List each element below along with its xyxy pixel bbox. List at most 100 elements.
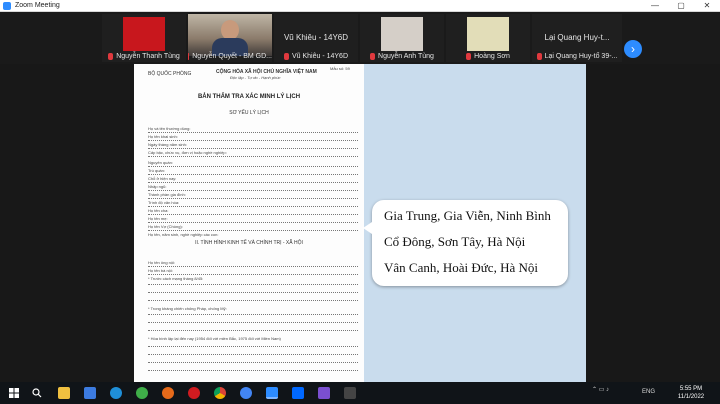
form-line [148, 300, 358, 301]
form-line [148, 182, 358, 183]
participant-tile[interactable]: Lại Quang Huy-t... Lại Quang Huy-tổ 39-.… [532, 14, 622, 62]
form-field: Họ tên ông nội: [148, 260, 176, 265]
form-line [148, 354, 358, 355]
document-page: BỘ QUỐC PHÒNG CỘNG HÒA XÃ HỘI CHỦ NGHĨA … [134, 64, 364, 382]
close-button[interactable]: ✕ [694, 0, 720, 12]
minimize-button[interactable]: — [642, 0, 668, 12]
form-line [148, 292, 358, 293]
language-indicator[interactable]: ENG [642, 389, 655, 395]
chevron-right-icon[interactable]: › [624, 40, 642, 58]
form-line [148, 132, 358, 133]
mic-muted-icon [283, 53, 289, 60]
form-line [148, 206, 358, 207]
participant-name: Hoàng Sơn [474, 53, 510, 60]
app-icon[interactable] [344, 387, 356, 399]
form-line [148, 284, 358, 285]
participant-name: Nguyễn Thanh Tùng [116, 53, 180, 60]
store-icon[interactable] [84, 387, 96, 399]
avatar [123, 17, 165, 51]
tray-icons[interactable]: ⌃ ▭ ♪ [592, 386, 609, 393]
form-line [148, 174, 358, 175]
form-field: * Trong kháng chiến chống Pháp, chống Mỹ… [148, 306, 227, 311]
clock-date: 11/1/2022 [677, 394, 705, 400]
chrome-icon[interactable] [214, 387, 226, 399]
form-field: Nhập ngũ: [148, 184, 167, 189]
participant-name: Nguyễn Quyết - BM GD... [192, 53, 272, 60]
mic-muted-icon [466, 53, 472, 60]
clock-time: 5:55 PM [679, 386, 703, 392]
participant-strip: Nguyễn Thanh Tùng Nguyễn Quyết - BM GD..… [0, 12, 720, 64]
file-explorer-icon[interactable] [58, 387, 70, 399]
avatar [381, 17, 423, 51]
form-field: * Hòa bình lập lại đến nay (1954 đối với… [148, 336, 281, 341]
form-line [148, 222, 358, 223]
participant-name-large: Lại Quang Huy-t... [544, 33, 610, 42]
form-line [148, 346, 358, 347]
mic-muted-icon [370, 53, 376, 60]
person-face [221, 20, 239, 40]
form-line [148, 322, 358, 323]
form-field: Họ tên bà nội: [148, 268, 173, 273]
section-heading: II. TÌNH HÌNH KINH TẾ VÀ CHÍNH TRỊ - XÃ … [195, 240, 303, 246]
form-line [148, 266, 358, 267]
clock[interactable]: 5:55 PM 11/1/2022 [672, 385, 710, 401]
form-field: Họ tên cha: [148, 208, 169, 213]
mic-muted-icon [536, 53, 542, 60]
zoom-app-icon [3, 1, 11, 10]
form-line [148, 198, 358, 199]
form-line [148, 190, 358, 191]
opera-icon[interactable] [188, 387, 200, 399]
zalo-icon[interactable] [292, 387, 304, 399]
form-line [148, 314, 358, 315]
search-icon[interactable] [31, 387, 43, 399]
callout-line: Vân Canh, Hoài Đức, Hà Nội [384, 260, 538, 275]
chrome-profile-icon[interactable] [240, 387, 252, 399]
form-line [148, 140, 358, 141]
participant-name: Lại Quang Huy-tổ 39-... [544, 53, 618, 60]
participant-name: Nguyễn Anh Tùng [378, 53, 434, 60]
form-field: Họ và tên thường dùng: [148, 126, 191, 131]
participant-tile[interactable]: Nguyễn Anh Tùng [360, 14, 444, 62]
participant-tile[interactable]: Nguyễn Quyết - BM GD... [188, 14, 272, 62]
document-subtitle: SƠ YẾU LÝ LỊCH [229, 110, 269, 116]
windows-icon[interactable] [8, 387, 20, 399]
form-field: Họ tên khai sinh: [148, 134, 178, 139]
form-line [148, 166, 358, 167]
form-field: * Trước cách mạng tháng 8/45: [148, 276, 204, 281]
mouse-cursor-icon [545, 200, 549, 208]
form-line [148, 148, 358, 149]
form-line [148, 230, 358, 231]
document-title: BẢN THẨM TRA XÁC MINH LÝ LỊCH [197, 94, 301, 100]
title-bar: Zoom Meeting — ▢ ✕ [0, 0, 720, 12]
form-line [148, 362, 358, 363]
form-line [148, 214, 358, 215]
edge-icon[interactable] [110, 387, 122, 399]
participant-tile[interactable]: Vũ Khiêu - 14Y6D Vũ Khiêu - 14Y6D [274, 14, 358, 62]
form-field: Trình độ văn hóa: [148, 200, 180, 205]
participant-name-large: Vũ Khiêu - 14Y6D [283, 33, 349, 42]
document-agency: BỘ QUỐC PHÒNG [148, 71, 192, 77]
video-feed [188, 14, 272, 56]
form-field: Thành phần gia đình: [148, 192, 186, 197]
unikey-icon[interactable] [318, 387, 330, 399]
callout-tail [363, 222, 372, 234]
zoom-icon[interactable] [266, 387, 278, 399]
maximize-button[interactable]: ▢ [668, 0, 694, 12]
callout-line: Cổ Đông, Sơn Tây, Hà Nội [384, 234, 526, 249]
mic-muted-icon [188, 53, 190, 60]
form-field: Trú quán: [148, 168, 165, 173]
form-field: Nguyên quán: [148, 160, 173, 165]
greenshot-icon[interactable] [136, 387, 148, 399]
form-field: Họ tên, năm sinh, nghề nghiệp các con: [148, 232, 219, 237]
window-title: Zoom Meeting [15, 2, 60, 9]
mic-muted-icon [108, 53, 114, 60]
callout-bubble: Gia Trung, Gia Viễn, Ninh Bình Cổ Đông, … [363, 200, 568, 286]
participant-tile[interactable]: Nguyễn Thanh Tùng [102, 14, 186, 62]
avatar [467, 17, 509, 51]
form-line [148, 156, 358, 157]
document-motto: Độc lập - Tự do - Hạnh phúc [230, 75, 281, 80]
form-line [148, 330, 358, 331]
firefox-icon[interactable] [162, 387, 174, 399]
form-line [148, 274, 358, 275]
participant-tile[interactable]: Hoàng Sơn [446, 14, 530, 62]
